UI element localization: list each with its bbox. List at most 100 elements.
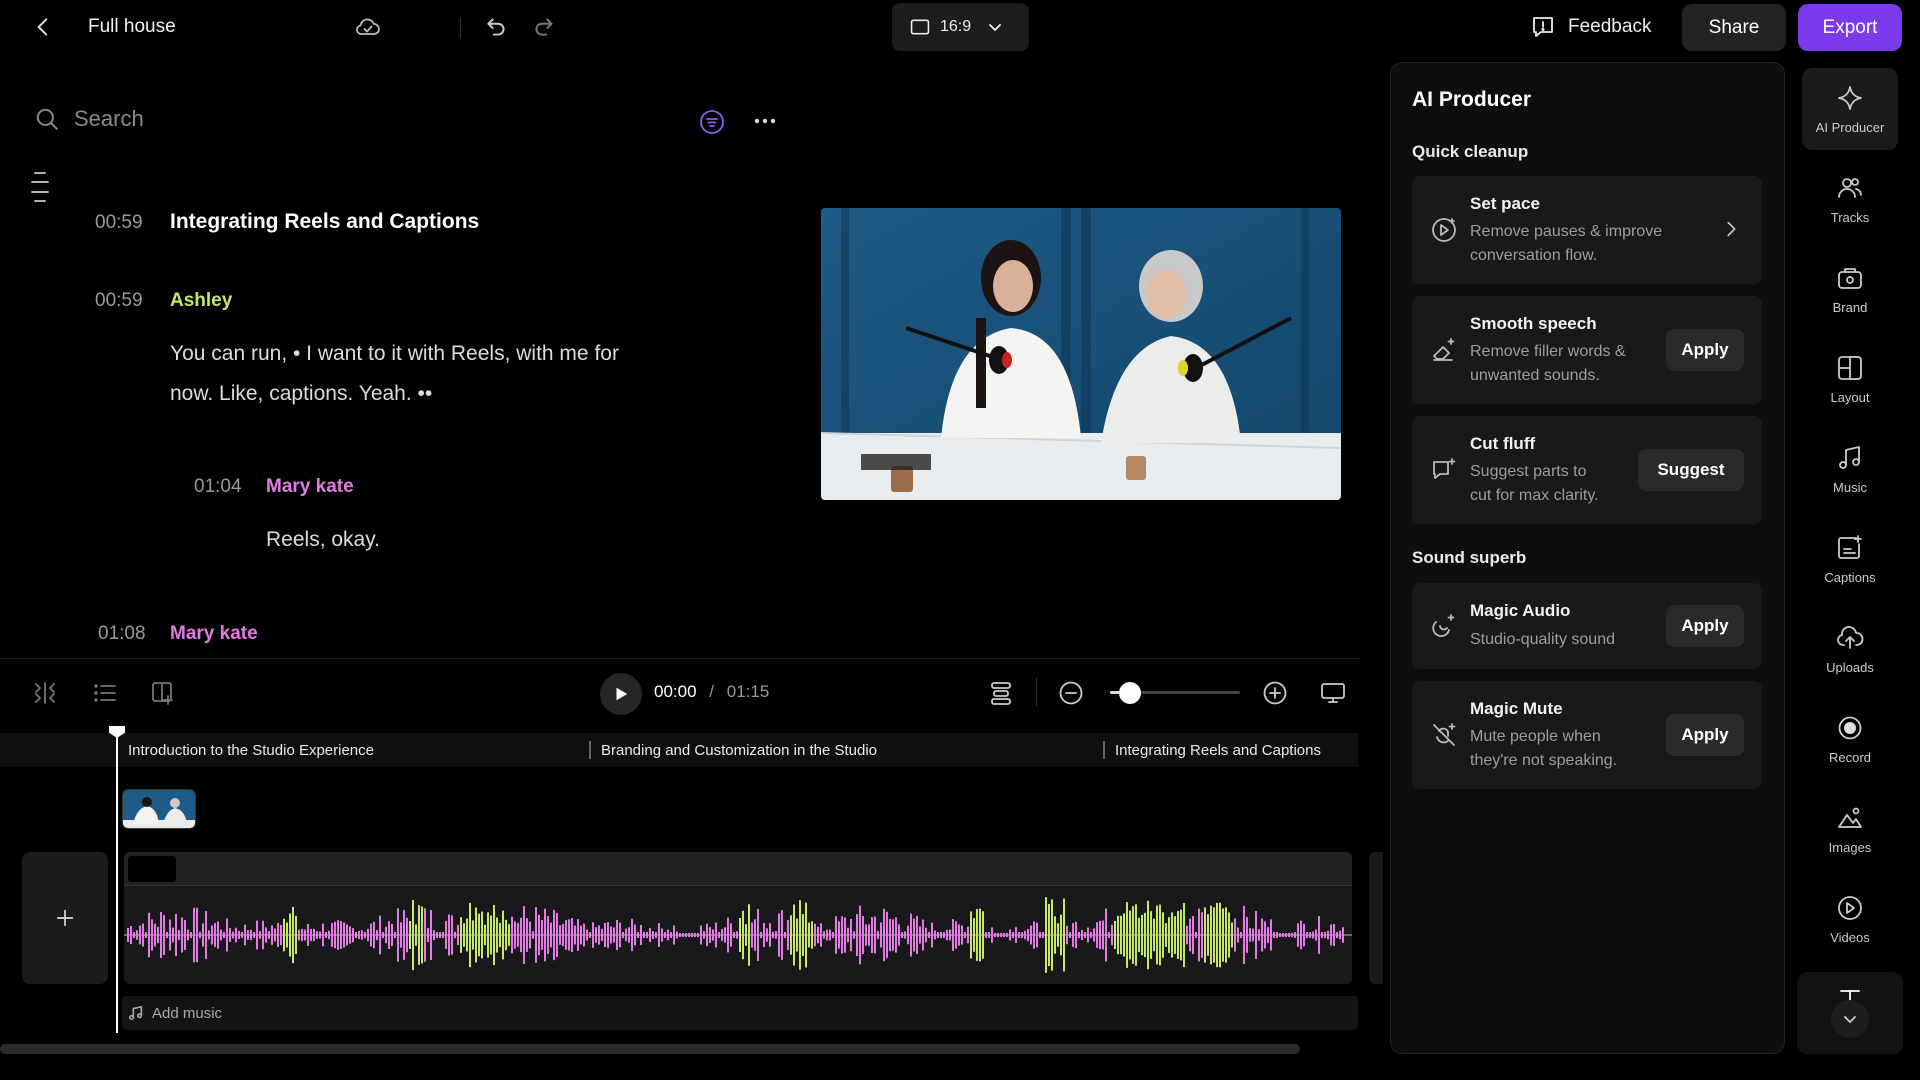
card-title: Smooth speech [1470,314,1597,333]
audio-track[interactable] [124,852,1352,984]
brand-kit-icon [1838,267,1862,289]
rail-item-images[interactable]: Images [1802,788,1898,870]
suggest-button[interactable]: Suggest [1638,449,1744,491]
chapter-marker [1103,741,1105,759]
sparkle-icon [1838,85,1862,110]
feedback-button[interactable]: Feedback [1530,12,1651,42]
magic-mute-card: Magic Mute Mute people when they're not … [1412,681,1762,789]
rail-label: Captions [1824,569,1876,585]
zoom-slider-handle[interactable] [1119,682,1141,704]
card-description: Remove pauses & improve conversation flo… [1470,220,1662,268]
speaker-name[interactable]: Ashley [170,290,232,312]
chapter-timestamp: 00:59 [95,212,143,233]
rail-item-brand[interactable]: Brand [1802,248,1898,330]
play-button[interactable] [600,673,642,715]
rail-label: Record [1829,749,1871,765]
add-music-label: Add music [152,1004,223,1022]
rail-label: Tracks [1830,209,1870,225]
rail-label: Layout [1830,389,1870,405]
zoom-out-icon[interactable] [1058,680,1084,706]
share-button[interactable]: Share [1682,4,1786,51]
aspect-ratio-dropdown[interactable]: 16:9 [892,3,1029,51]
rail-item-layout[interactable]: Layout [1802,338,1898,420]
export-button[interactable]: Export [1798,4,1902,51]
add-track-button[interactable] [22,852,108,984]
project-title[interactable]: Full house [88,16,176,38]
rail-item-captions[interactable]: Captions [1802,518,1898,600]
search-input[interactable]: Search [74,106,144,132]
rail-item-music[interactable]: Music [1802,428,1898,510]
audio-clip-header [124,852,1352,886]
apply-button[interactable]: Apply [1666,605,1744,647]
list-view-icon[interactable] [92,680,118,706]
entry-timestamp: 01:08 [98,623,146,644]
people-icon [1838,177,1862,198]
magic-audio-card: Magic Audio Studio-quality sound Apply [1412,583,1762,669]
magic-mute-icon [1430,721,1458,749]
apply-button[interactable]: Apply [1666,714,1744,756]
chapter-marker [589,741,591,759]
outline-menu-icon[interactable] [30,170,50,204]
video-preview[interactable] [821,208,1341,500]
magic-audio-icon [1430,612,1458,640]
card-description-line: Remove pauses & improve [1470,223,1663,240]
add-scene-icon[interactable] [150,680,176,706]
timeline-scrollbar[interactable] [0,1044,1300,1054]
set-pace-card[interactable]: Set pace Remove pauses & improve convers… [1412,176,1762,284]
card-description-line: they're not speaking. [1470,752,1618,769]
apply-button[interactable]: Apply [1666,329,1744,371]
rail-scroll-down-button[interactable] [1831,1000,1869,1038]
monitor-icon[interactable] [1320,680,1346,706]
rail-label: AI Producer [1815,119,1885,135]
card-description-line: cut for max clarity. [1470,487,1599,504]
timeline-chapter[interactable]: Introduction to the Studio Experience [128,742,374,759]
split-icon[interactable] [32,680,58,706]
captions-style-icon[interactable] [988,680,1014,706]
chevron-right-icon [1720,218,1742,240]
timeline-chapter[interactable]: Branding and Customization in the Studio [601,742,877,759]
redo-icon[interactable] [531,14,557,40]
audio-waveform [124,897,1352,973]
rail-label: Brand [1832,299,1868,315]
playhead[interactable] [116,735,118,1033]
entry-timestamp: 00:59 [95,290,143,311]
zoom-in-icon[interactable] [1262,680,1288,706]
record-icon [1838,716,1862,739]
rail-label: Images [1828,839,1872,855]
more-options-icon[interactable] [752,110,778,132]
rail-item-tracks[interactable]: Tracks [1802,158,1898,240]
music-icon [1839,445,1860,469]
chevron-down-icon [989,24,1002,31]
rail-label: Videos [1830,929,1870,945]
card-description: Studio-quality sound [1470,631,1615,648]
upload-icon [1837,625,1864,649]
transcript-paragraph[interactable]: You can run, • I want to it with Reels, … [170,334,730,414]
filter-icon[interactable] [699,109,725,135]
divider [0,658,1360,659]
chat-sparkle-icon [1430,456,1458,484]
card-description-line: Suggest parts to [1470,463,1587,480]
playback-time: 00:00 / 01:15 [654,682,769,702]
speaker-name[interactable]: Mary kate [266,476,354,498]
transcript-line: You can run, • I want to it with Reels, … [170,342,619,365]
rail-item-record[interactable]: Record [1802,698,1898,780]
rail-item-uploads[interactable]: Uploads [1802,608,1898,690]
transcript-paragraph[interactable]: Reels, okay. [266,520,380,560]
rail-item-videos[interactable]: Videos [1802,878,1898,960]
add-music-row[interactable]: Add music [122,996,1358,1030]
speaker-name[interactable]: Mary kate [170,623,258,645]
undo-icon[interactable] [483,14,509,40]
back-icon[interactable] [30,14,56,40]
captions-icon [1838,534,1862,559]
card-description: Remove filler words & unwanted sounds. [1470,340,1626,388]
video-clip-thumbnail[interactable] [122,789,196,829]
card-description: Suggest parts to cut for max clarity. [1470,460,1599,508]
toolbar-divider [460,17,461,39]
section-title: Quick cleanup [1412,142,1529,161]
search-bar[interactable]: Search [34,106,144,132]
rail-label: Uploads [1826,659,1874,675]
rail-item-ai-producer[interactable]: AI Producer [1802,68,1898,150]
timeline-chapter[interactable]: Integrating Reels and Captions [1115,742,1321,759]
pace-icon [1430,216,1458,244]
entry-timestamp: 01:04 [194,476,242,497]
